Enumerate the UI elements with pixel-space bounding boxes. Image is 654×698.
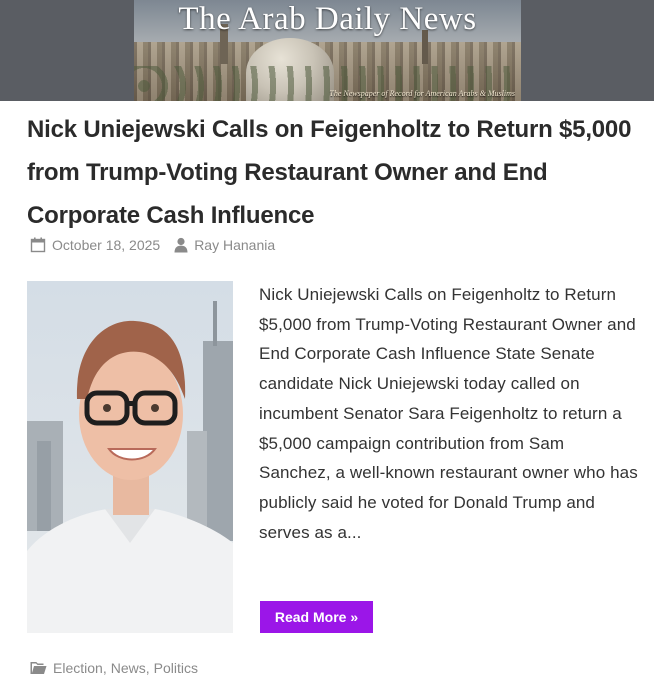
post-date[interactable]: October 18, 2025	[52, 237, 160, 253]
category-link-election[interactable]: Election	[53, 660, 103, 676]
category-link-news[interactable]: News	[111, 660, 146, 676]
site-header: The Arab Daily News The Newspaper of Rec…	[0, 0, 654, 101]
category-separator: ,	[102, 660, 107, 676]
post-excerpt: Nick Uniejewski Calls on Feigenholtz to …	[259, 285, 638, 542]
post-meta: October 18, 2025 Ray Hanania	[30, 235, 275, 255]
portrait-photo	[27, 281, 233, 633]
site-banner[interactable]: The Arab Daily News The Newspaper of Rec…	[134, 0, 521, 101]
read-more-button[interactable]: Read More »	[260, 601, 373, 633]
post-categories: Election, News, Politics	[30, 658, 198, 678]
post-author[interactable]: Ray Hanania	[194, 237, 275, 253]
post-thumbnail[interactable]	[27, 281, 233, 633]
user-icon	[174, 237, 188, 253]
post-headline[interactable]: Nick Uniejewski Calls on Feigenholtz to …	[27, 108, 639, 237]
site-title[interactable]: The Arab Daily News	[134, 0, 521, 38]
site-tagline: The Newspaper of Record for American Ara…	[329, 89, 515, 98]
calendar-icon	[30, 237, 46, 253]
category-link-politics[interactable]: Politics	[154, 660, 198, 676]
category-separator: ,	[145, 660, 150, 676]
folder-icon	[30, 661, 47, 675]
